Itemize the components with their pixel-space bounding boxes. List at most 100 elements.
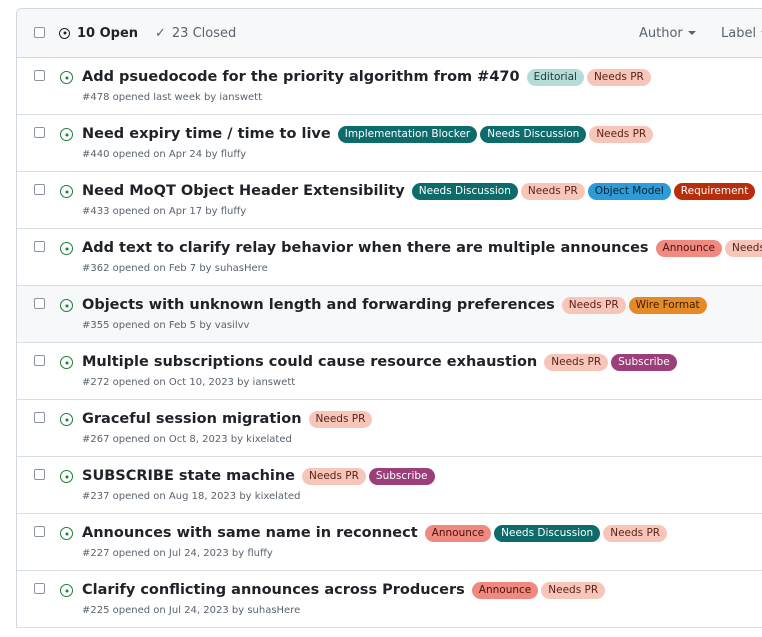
issue-meta: #225 opened on Jul 24, 2023 by suhasHere xyxy=(82,605,301,616)
issue-opened-icon xyxy=(60,470,73,483)
issue-title-link[interactable]: Need expiry time / time to live xyxy=(82,126,331,142)
issue-title-link[interactable]: Announces with same name in reconnect xyxy=(82,525,418,541)
issue-opened-icon xyxy=(60,185,73,198)
issue-title-line: Clarify conflicting announces across Pro… xyxy=(82,578,762,602)
issue-label[interactable]: Implementation Blocker xyxy=(337,125,478,143)
closed-count-label: 23 Closed xyxy=(171,25,237,41)
label-filter-dropdown[interactable]: Label xyxy=(721,9,762,57)
issue-label[interactable]: Subscribe xyxy=(611,353,677,371)
issue-opened-icon xyxy=(60,413,73,426)
issue-meta: #440 opened on Apr 24 by fluffy xyxy=(82,149,247,160)
issue-label[interactable]: Needs PR xyxy=(586,68,651,86)
issue-title-line: Graceful session migration Needs PR xyxy=(82,407,762,431)
issue-content: Clarify conflicting announces across Pro… xyxy=(82,578,762,616)
issue-row[interactable]: Announces with same name in reconnect Ann… xyxy=(17,514,762,571)
issue-label[interactable]: Needs PR xyxy=(603,524,668,542)
issue-select-checkbox[interactable] xyxy=(34,583,45,594)
issue-select-checkbox[interactable] xyxy=(34,469,45,480)
issue-label[interactable]: Requirement xyxy=(673,182,756,200)
issue-label[interactable]: Editorial xyxy=(526,68,584,86)
issue-title-link[interactable]: SUBSCRIBE state machine xyxy=(82,468,295,484)
select-all-checkbox[interactable] xyxy=(34,27,45,38)
issue-row[interactable]: Graceful session migration Needs PR #267 o… xyxy=(17,400,762,457)
issue-select-checkbox[interactable] xyxy=(34,412,45,423)
issue-label[interactable]: Needs PR xyxy=(725,239,762,257)
issue-meta: #355 opened on Feb 5 by vasilvv xyxy=(82,320,250,331)
issue-content: Add psuedocode for the priority algorith… xyxy=(82,65,762,103)
issue-content: Need MoQT Object Header Extensibility Nee… xyxy=(82,179,762,217)
issues-list-header: 10 Open ✓ 23 Closed Author Label xyxy=(17,9,762,58)
issue-select-checkbox[interactable] xyxy=(34,355,45,366)
issue-meta: #267 opened on Oct 8, 2023 by kixelated xyxy=(82,434,292,445)
issue-title-line: Need expiry time / time to live Implement… xyxy=(82,122,762,146)
caret-down-icon xyxy=(687,31,696,35)
issue-title-link[interactable]: Multiple subscriptions could cause resou… xyxy=(82,354,537,370)
issue-title-link[interactable]: Graceful session migration xyxy=(82,411,302,427)
issue-label[interactable]: Announce xyxy=(471,581,539,599)
issue-row[interactable]: Objects with unknown length and forwardi… xyxy=(17,286,762,343)
issue-title-link[interactable]: Clarify conflicting announces across Pro… xyxy=(82,582,465,598)
issue-select-checkbox[interactable] xyxy=(34,298,45,309)
issue-row[interactable]: Clarify conflicting announces across Pro… xyxy=(17,571,762,628)
issue-label[interactable]: Subscribe xyxy=(368,467,435,485)
issue-content: Need expiry time / time to live Implement… xyxy=(82,122,762,160)
issue-label[interactable]: Announce xyxy=(424,524,492,542)
issue-meta: #362 opened on Feb 7 by suhasHere xyxy=(82,263,268,274)
issue-opened-icon xyxy=(59,27,70,39)
issue-title-line: SUBSCRIBE state machine Needs PR Subscribe xyxy=(82,464,762,488)
issue-label[interactable]: Wire Format xyxy=(628,296,707,314)
issue-label[interactable]: Needs PR xyxy=(302,467,366,485)
issue-title-link[interactable]: Objects with unknown length and forwardi… xyxy=(82,297,555,313)
author-filter-label: Author xyxy=(639,25,683,41)
issue-row[interactable]: Add text to clarify relay behavior when … xyxy=(17,229,762,286)
issue-label[interactable]: Needs PR xyxy=(544,353,609,371)
issue-meta: #433 opened on Apr 17 by fluffy xyxy=(82,206,247,217)
closed-issues-tab[interactable]: ✓ 23 Closed xyxy=(155,9,236,57)
issue-row[interactable]: Multiple subscriptions could cause resou… xyxy=(17,343,762,400)
issue-label[interactable]: Needs PR xyxy=(308,410,373,428)
label-filter-label: Label xyxy=(721,25,757,41)
issue-label[interactable]: Needs PR xyxy=(541,581,606,599)
open-issues-tab[interactable]: 10 Open xyxy=(59,9,138,57)
issue-title-link[interactable]: Need MoQT Object Header Extensibility xyxy=(82,183,405,199)
open-count-label: 10 Open xyxy=(77,25,139,41)
issue-meta: #227 opened on Jul 24, 2023 by fluffy xyxy=(82,548,273,559)
issue-select-checkbox[interactable] xyxy=(34,127,45,138)
issue-select-checkbox[interactable] xyxy=(34,241,45,252)
issue-label[interactable]: Needs PR xyxy=(589,125,654,143)
issue-select-checkbox[interactable] xyxy=(34,70,45,81)
issue-label[interactable]: Needs PR xyxy=(520,182,585,200)
issue-title-link[interactable]: Add text to clarify relay behavior when … xyxy=(82,240,649,256)
issue-rows: Add psuedocode for the priority algorith… xyxy=(17,58,762,628)
issue-opened-icon xyxy=(60,527,73,540)
issue-row[interactable]: Add psuedocode for the priority algorith… xyxy=(17,58,762,115)
issue-title-line: Objects with unknown length and forwardi… xyxy=(82,293,762,317)
issue-opened-icon xyxy=(60,299,73,312)
issue-opened-icon xyxy=(60,356,73,369)
issue-select-checkbox[interactable] xyxy=(34,526,45,537)
issue-opened-icon xyxy=(60,242,73,255)
issue-opened-icon xyxy=(60,71,73,84)
issue-title-link[interactable]: Add psuedocode for the priority algorith… xyxy=(82,69,520,85)
issue-label[interactable]: Announce xyxy=(655,239,723,257)
issue-title-line: Multiple subscriptions could cause resou… xyxy=(82,350,762,374)
issue-row[interactable]: Need expiry time / time to live Implement… xyxy=(17,115,762,172)
issue-select-checkbox[interactable] xyxy=(34,184,45,195)
check-icon: ✓ xyxy=(155,25,166,41)
issue-row[interactable]: SUBSCRIBE state machine Needs PR Subscribe… xyxy=(17,457,762,514)
issue-title-line: Add text to clarify relay behavior when … xyxy=(82,236,762,260)
issue-content: Announces with same name in reconnect Ann… xyxy=(82,521,762,559)
issue-label[interactable]: Needs Discussion xyxy=(494,524,601,542)
issue-content: Add text to clarify relay behavior when … xyxy=(82,236,762,274)
issue-label[interactable]: Needs Discussion xyxy=(411,182,518,200)
issue-title-line: Need MoQT Object Header Extensibility Nee… xyxy=(82,179,762,203)
issue-row[interactable]: Need MoQT Object Header Extensibility Nee… xyxy=(17,172,762,229)
issue-label[interactable]: Object Model xyxy=(587,182,671,200)
author-filter-dropdown[interactable]: Author xyxy=(639,9,696,57)
issue-meta: #272 opened on Oct 10, 2023 by ianswett xyxy=(82,377,296,388)
issues-list: 10 Open ✓ 23 Closed Author Label Add psu… xyxy=(16,8,762,628)
issue-label[interactable]: Needs PR xyxy=(561,296,626,314)
issue-meta: #237 opened on Aug 18, 2023 by kixelated xyxy=(82,491,301,502)
issue-label[interactable]: Needs Discussion xyxy=(480,125,587,143)
issue-content: SUBSCRIBE state machine Needs PR Subscribe… xyxy=(82,464,762,502)
